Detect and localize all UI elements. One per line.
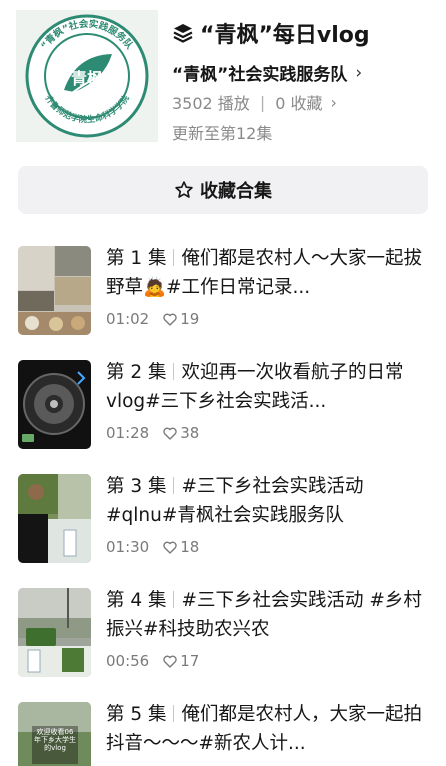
episode-duration: 01:30 (106, 538, 150, 556)
heart-icon (163, 313, 177, 326)
collect-collection-button[interactable]: 收藏合集 (18, 166, 428, 214)
episode-meta: 00:56 17 (106, 652, 428, 670)
stats-divider: | (259, 92, 266, 112)
author-name: “青枫”社会实践服务队 (172, 65, 348, 85)
collection-header: “青枫”社会实践服务队 齐鲁师范学院生命科学学院 青枫 “青枫”每日vlog “… (0, 0, 446, 160)
collection-title: “青枫”每日vlog (200, 23, 370, 48)
episode-item[interactable]: 第 3 集 #三下乡社会实践活动 #qlnu#青枫社会实践服务队 01:30 18 (18, 466, 428, 566)
episode-item[interactable]: 第 1 集俺们都是农村人～大家一起拔野草🙇#工作日常记录... 01:02 19 (18, 238, 428, 338)
update-status: 更新至第12集 (172, 124, 273, 143)
heart-icon (163, 427, 177, 440)
episode-number: 第 3 集 (106, 476, 167, 497)
collect-button-label: 收藏合集 (200, 181, 272, 202)
episode-number: 第 2 集 (106, 362, 167, 383)
play-count: 3502 播放 (172, 94, 250, 113)
collection-stack-icon (173, 24, 193, 43)
episode-thumbnail[interactable] (18, 588, 91, 677)
episode-divider (172, 591, 174, 608)
episode-divider (172, 705, 174, 722)
heart-icon (163, 541, 177, 554)
episode-number: 第 4 集 (106, 590, 167, 611)
episode-title: 第 5 集俺们都是农村人，大家一起拍抖音～～～#新农人计... (106, 700, 428, 758)
episode-thumbnail[interactable] (18, 474, 91, 563)
episode-likes: 38 (180, 424, 200, 442)
episode-thumbnail[interactable]: 欢迎收看06年下乡大学生的vlog (18, 702, 91, 766)
heart-icon (163, 655, 177, 668)
star-icon (175, 181, 193, 198)
thumbnail-caption: 欢迎收看06年下乡大学生的vlog (34, 728, 76, 752)
episode-number: 第 1 集 (106, 248, 167, 269)
episode-title: 第 2 集欢迎再一次收看航子的日常vlog#三下乡社会实践活... (106, 358, 428, 416)
chevron-right-icon: › (355, 62, 363, 83)
collect-count: 0 收藏 (275, 94, 323, 113)
episode-title: 第 3 集 #三下乡社会实践活动 #qlnu#青枫社会实践服务队 (106, 472, 428, 530)
episode-divider (172, 477, 174, 494)
episode-duration: 00:56 (106, 652, 150, 670)
episode-title: 第 4 集 #三下乡社会实践活动 #乡村振兴#科技助农兴农 (106, 586, 428, 644)
svg-text:青枫: 青枫 (71, 69, 103, 88)
author-link[interactable]: “青枫”社会实践服务队 › (172, 60, 363, 86)
episode-thumbnail[interactable] (18, 246, 91, 335)
episode-divider (172, 363, 174, 380)
episode-likes: 19 (180, 310, 200, 328)
episode-item[interactable]: 欢迎收看06年下乡大学生的vlog 第 5 集俺们都是农村人，大家一起拍抖音～～… (18, 694, 428, 766)
episode-title: 第 1 集俺们都是农村人～大家一起拔野草🙇#工作日常记录... (106, 244, 428, 302)
episode-meta: 01:28 38 (106, 424, 428, 442)
episode-divider (172, 249, 174, 266)
stats-row[interactable]: 3502 播放 | 0 收藏 › (172, 90, 337, 114)
episode-meta: 01:02 19 (106, 310, 428, 328)
chevron-right-icon: › (330, 92, 337, 112)
episode-thumbnail[interactable] (18, 360, 91, 449)
collection-title-row: “青枫”每日vlog (172, 18, 370, 48)
episode-likes: 17 (180, 652, 200, 670)
episode-duration: 01:02 (106, 310, 150, 328)
team-logo: “青枫”社会实践服务队 齐鲁师范学院生命科学学院 青枫 (16, 10, 158, 142)
episode-item[interactable]: 第 4 集 #三下乡社会实践活动 #乡村振兴#科技助农兴农 00:56 17 (18, 580, 428, 680)
episode-meta: 01:30 18 (106, 538, 428, 556)
episode-likes: 18 (180, 538, 200, 556)
episode-duration: 01:28 (106, 424, 150, 442)
episode-item[interactable]: 第 2 集欢迎再一次收看航子的日常vlog#三下乡社会实践活... 01:28 … (18, 352, 428, 452)
episode-number: 第 5 集 (106, 704, 167, 725)
